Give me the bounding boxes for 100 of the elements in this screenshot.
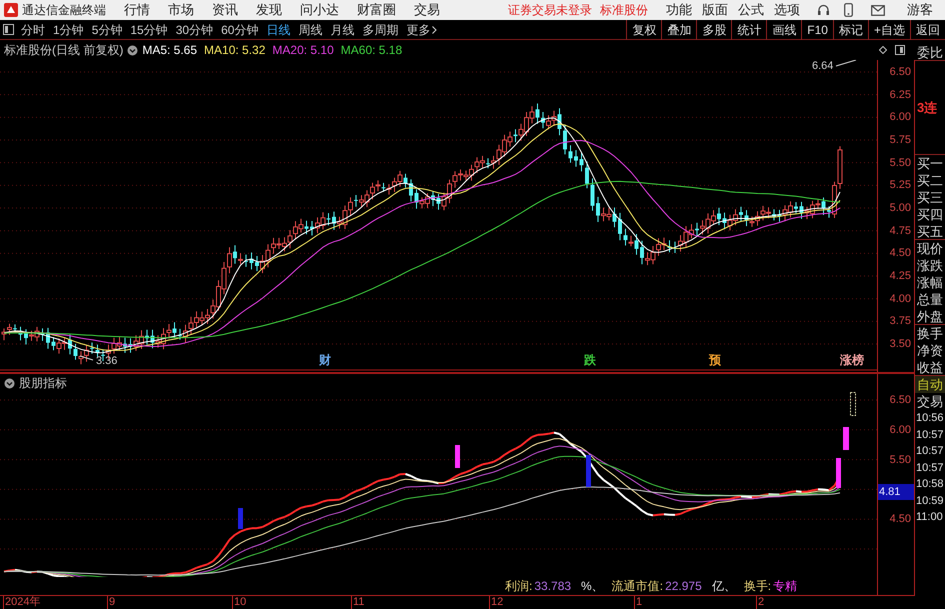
toolbar-button[interactable]: +自选 xyxy=(868,20,910,40)
period-tab[interactable]: 30分钟 xyxy=(172,20,218,40)
toolbar-menu-item[interactable]: 版面 xyxy=(697,0,733,20)
toolbar-button[interactable]: 多股 xyxy=(696,20,732,40)
panel-toggle-icon[interactable] xyxy=(3,24,14,35)
signal-bar xyxy=(586,455,591,487)
signal-label: 预 xyxy=(709,352,721,369)
menu-item[interactable]: 交易 xyxy=(414,0,440,20)
moving-average-value: MA10: 5.32 xyxy=(204,42,266,59)
axis-tick-label: 2 xyxy=(756,596,764,609)
chart-title: 标准股份(日线 前复权) xyxy=(4,42,124,59)
indicator-title: 股朋指标 xyxy=(19,375,67,392)
trade-time: 10:57 xyxy=(915,460,945,476)
chevron-right-icon xyxy=(432,26,438,34)
axis-tick-label: 3.50 xyxy=(890,338,911,350)
quote-label: 净资 xyxy=(916,342,944,359)
quote-label: 委比 xyxy=(915,44,945,61)
login-status[interactable]: 证券交易未登录 xyxy=(508,1,592,19)
period-tab[interactable]: 15分钟 xyxy=(126,20,172,40)
period-tab[interactable]: 多周期 xyxy=(358,20,402,40)
signal-bar xyxy=(836,458,841,488)
stat-value: 专精 xyxy=(773,578,798,595)
headset-icon[interactable] xyxy=(817,4,830,16)
toolbar-menu-item[interactable]: 选项 xyxy=(769,0,805,20)
menu-item[interactable]: 资讯 xyxy=(212,0,238,20)
mail-icon[interactable] xyxy=(871,4,885,16)
dropdown-circle-icon[interactable] xyxy=(4,378,15,388)
app-title: 通达信金融终端 xyxy=(22,2,106,19)
quote-label: 买五 xyxy=(915,223,945,240)
toolbar-button[interactable]: F10 xyxy=(801,20,833,40)
quote-label: 涨幅 xyxy=(916,274,944,291)
auto-trade-button[interactable]: 自动 xyxy=(915,376,945,393)
streak-badge: 3连 xyxy=(915,61,945,155)
axis-tick-label: 6.25 xyxy=(890,88,911,101)
signal-bar xyxy=(238,508,243,529)
moving-average-value: MA60: 5.18 xyxy=(340,42,402,59)
leader-line xyxy=(80,356,94,360)
trade-time: 10:57 xyxy=(915,444,945,459)
period-tab[interactable]: 1分钟 xyxy=(49,20,88,40)
period-tab[interactable]: 60分钟 xyxy=(217,20,262,40)
stat-value: 22.975 xyxy=(665,578,702,595)
signal-bar xyxy=(850,392,856,416)
toolbar-button[interactable]: 统计 xyxy=(731,20,766,40)
axis-tick-label: 4.75 xyxy=(890,224,911,237)
toolbar-button[interactable]: 复权 xyxy=(626,20,662,40)
period-tab[interactable]: 日线 xyxy=(262,20,294,40)
axis-tick-label: 4.00 xyxy=(890,292,911,305)
leader-line xyxy=(836,60,856,66)
signal-label: 涨榜 xyxy=(840,352,864,369)
trade-time: 11:00 xyxy=(915,510,944,525)
period-tab[interactable]: 月线 xyxy=(326,20,358,40)
toolbar-button[interactable]: 返回 xyxy=(910,20,945,40)
axis-tick-label: 4.25 xyxy=(890,270,911,282)
period-tab[interactable]: 周线 xyxy=(294,20,326,40)
quote-label: 外盘 xyxy=(915,308,945,325)
toolbar-button[interactable]: 画线 xyxy=(766,20,802,40)
high-price-label: 6.64 xyxy=(812,60,834,72)
menu-item[interactable]: 发现 xyxy=(256,0,282,20)
axis-tick-label: 5.25 xyxy=(890,179,911,192)
signal-bar xyxy=(455,445,460,468)
low-price-label: 3.36 xyxy=(96,355,118,367)
diamond-icon[interactable] xyxy=(879,46,887,54)
quote-label: 买二 xyxy=(916,172,944,189)
axis-tick-label: 6.00 xyxy=(890,424,911,436)
panel-toggle-icon[interactable] xyxy=(895,45,905,55)
dropdown-circle-icon[interactable] xyxy=(127,44,138,56)
stat-label: 换手: xyxy=(744,578,772,595)
axis-tick-label: 1 xyxy=(634,596,642,609)
app-logo-icon xyxy=(4,3,18,17)
moving-average-value: MA5: 5.65 xyxy=(142,42,198,59)
axis-tick-label: 6.50 xyxy=(890,394,911,406)
quote-label: 交易 xyxy=(916,393,944,410)
user-link[interactable]: 游客 xyxy=(907,0,933,20)
axis-tick-label: 11 xyxy=(351,596,364,609)
toolbar-menu-item[interactable]: 公式 xyxy=(733,0,769,20)
phone-icon[interactable] xyxy=(844,3,853,17)
period-tab[interactable]: 5分钟 xyxy=(88,20,126,40)
toolbar-button[interactable]: 标记 xyxy=(832,20,868,40)
menu-item[interactable]: 市场 xyxy=(168,0,194,20)
axis-tick-label: 5.00 xyxy=(890,202,911,214)
stat-label: 利润: xyxy=(505,578,532,595)
trade-time: 10:59 xyxy=(915,494,945,508)
quote-label: 涨跌 xyxy=(916,257,944,274)
trade-time: 10:56 xyxy=(915,411,945,426)
axis-tick-label: 9 xyxy=(107,596,116,609)
toolbar-menu-item[interactable]: 功能 xyxy=(661,0,697,20)
axis-tick-label: 5.75 xyxy=(890,134,911,146)
menu-item[interactable]: 财富圈 xyxy=(357,0,396,20)
signal-label: 跌 xyxy=(584,352,596,369)
quote-label: 总量 xyxy=(916,291,944,308)
stock-name: 标准股份 xyxy=(600,2,648,19)
stat-label: 流通市值: xyxy=(612,578,664,595)
axis-tick-label: 6.50 xyxy=(890,66,911,78)
toolbar-button[interactable]: 叠加 xyxy=(661,20,696,40)
menu-item[interactable]: 问小达 xyxy=(300,0,339,20)
menu-item[interactable]: 行情 xyxy=(124,0,150,20)
period-tab[interactable]: 分时 xyxy=(17,20,49,40)
stat-unit: %、 xyxy=(581,578,604,595)
axis-tick-label: 4.50 xyxy=(890,513,911,526)
period-tab[interactable]: 更多 xyxy=(402,20,442,40)
